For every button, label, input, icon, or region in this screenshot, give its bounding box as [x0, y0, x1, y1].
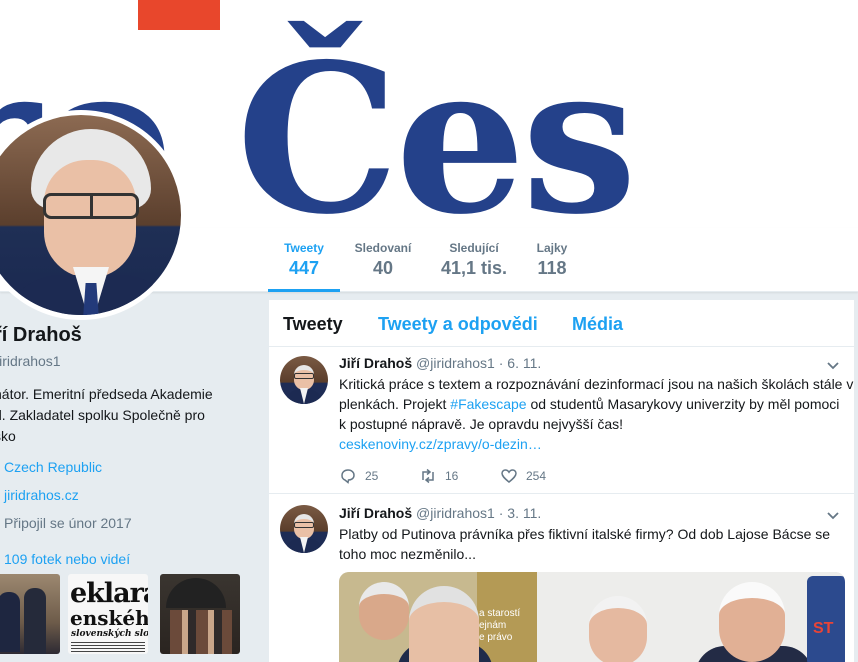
photos-videos-link[interactable]: 109 fotek nebo videí [4, 551, 130, 567]
reply-count: 25 [365, 469, 379, 483]
profile-bio-line: sko [0, 428, 16, 444]
tweet[interactable]: Jiří Drahoš @jiridrahos1 · 6. 11. Kritic… [269, 347, 854, 494]
media-logo [807, 576, 845, 662]
tweet-text: Kritická práce s textem a rozpoznávání d… [339, 374, 854, 454]
stat-tweets-label: Tweety [284, 241, 324, 255]
chevron-down-icon[interactable] [826, 359, 840, 373]
tweet-author-handle[interactable]: @jiridrahos1 [416, 505, 495, 521]
profile-joined: Připojil se únor 2017 [4, 515, 132, 531]
like-count: 254 [526, 469, 547, 483]
avatar-face [44, 160, 136, 278]
tweet-author-handle[interactable]: @jiridrahos1 [416, 355, 495, 371]
tweet-header: Jiří Drahoš @jiridrahos1 · 6. 11. [339, 355, 541, 371]
tweet-text-line: Kritická práce s textem a rozpoznávání d… [339, 376, 854, 392]
stat-following-value: 40 [372, 258, 394, 278]
profile-website[interactable]: jiridrahos.cz [4, 487, 79, 503]
tweet-media-image[interactable]: a starostí ejnám e právo [339, 572, 845, 662]
tweet-avatar[interactable] [280, 505, 328, 553]
stat-likes-label: Lajky [536, 241, 568, 255]
timeline: Tweety Tweety a odpovědi Média Jiří Drah… [268, 299, 855, 662]
tweet-text-line: plenkách. Projekt #Fakescape od studentů… [339, 396, 840, 412]
photo-thumbnail-text: enského Ná [70, 606, 148, 630]
tab-media[interactable]: Média [572, 314, 623, 335]
photo-thumbnail-lines [71, 642, 145, 652]
tweet-text-line: k postupné nápravě. Je opravdu nejvyšší … [339, 416, 624, 432]
profile-location[interactable]: Czech Republic [4, 459, 102, 475]
timeline-tabs: Tweety Tweety a odpovědi Média [269, 300, 854, 347]
tweet-date[interactable]: · 6. 11. [499, 355, 542, 371]
stat-likes-value: 118 [537, 258, 567, 278]
stat-following-label: Sledovaní [354, 241, 412, 255]
tweet-link[interactable]: ceskenoviny.cz/zpravy/o-dezin… [339, 434, 847, 454]
tweet-header: Jiří Drahoš @jiridrahos1 · 3. 11. [339, 505, 541, 521]
reply-button[interactable]: 25 [339, 467, 378, 485]
stat-following[interactable]: Sledovaní 40 [348, 228, 418, 292]
stat-followers-label: Sledující [449, 241, 499, 255]
stat-tweets[interactable]: Tweety 447 [268, 228, 340, 292]
like-button[interactable]: 254 [500, 467, 546, 485]
tweet-author-name[interactable]: Jiří Drahoš [339, 505, 412, 521]
profile-handle[interactable]: jiridrahos1 [0, 353, 61, 369]
retweet-icon [422, 468, 434, 484]
profile-bio-line: nátor. Emeritní předseda Akademie [0, 386, 213, 402]
heart-icon [501, 469, 517, 483]
hashtag-link[interactable]: #Fakescape [450, 396, 526, 412]
tab-tweets[interactable]: Tweety [283, 314, 343, 335]
retweet-button[interactable]: 16 [419, 467, 458, 485]
photo-thumbnail[interactable] [0, 574, 60, 654]
tweet-text-line: toho moc nezměnilo... [339, 546, 476, 562]
photo-grid: eklarác enského Ná slovenských slovenský… [0, 574, 250, 656]
profile-name[interactable]: ří Drahoš [0, 324, 82, 347]
retweet-count: 16 [445, 469, 459, 483]
tweet-text: Platby od Putinova právníka přes fiktivn… [339, 524, 847, 564]
profile-bio: nátor. Emeritní předseda Akademie d. Zak… [0, 384, 234, 447]
chevron-down-icon[interactable] [826, 509, 840, 523]
tweet-avatar[interactable] [280, 356, 328, 404]
photo-thumbnail-text: slovenských slovenských polit [71, 629, 148, 639]
stat-followers[interactable]: Sledující 41,1 tis. [434, 228, 514, 292]
tweet-text-line: Platby od Putinova právníka přes fiktivn… [339, 526, 831, 542]
tweet-date[interactable]: · 3. 11. [499, 505, 542, 521]
tweet-author-name[interactable]: Jiří Drahoš [339, 355, 412, 371]
avatar-glasses [43, 193, 139, 219]
stat-followers-value: 41,1 tis. [440, 258, 508, 278]
tweet[interactable]: Jiří Drahoš @jiridrahos1 · 3. 11. Platby… [269, 494, 854, 662]
media-caption-text: a starostí ejnám e právo [479, 608, 521, 643]
stat-likes[interactable]: Lajky 118 [530, 228, 574, 292]
photo-thumbnail[interactable]: eklarác enského Ná slovenských slovenský… [68, 574, 148, 654]
stat-tweets-value: 447 [288, 258, 320, 278]
reply-icon [341, 469, 355, 484]
tab-tweets-replies[interactable]: Tweety a odpovědi [378, 314, 538, 335]
profile-bio-line: d. Zakladatel spolku Společně pro [0, 407, 205, 423]
photo-thumbnail[interactable] [160, 574, 240, 654]
photo-thumbnail-text: eklarác [70, 578, 148, 609]
